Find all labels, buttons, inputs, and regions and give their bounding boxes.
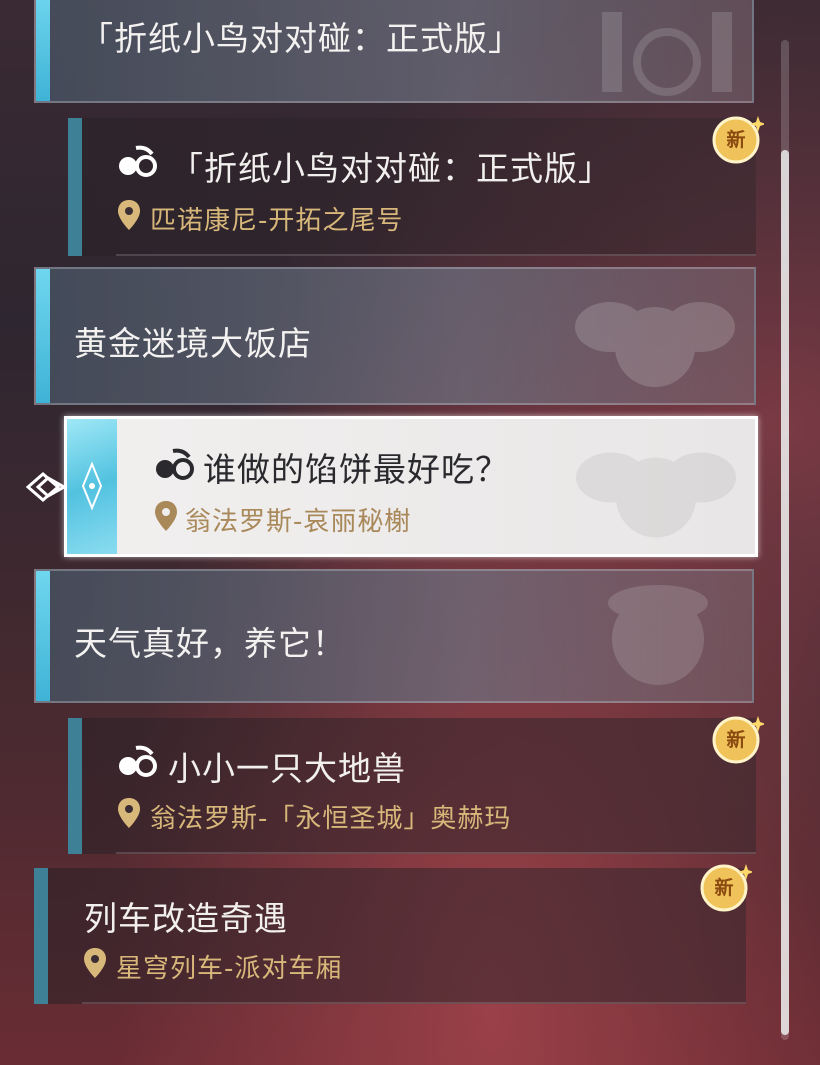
quest-item[interactable]: 列车改造奇遇 星穹列车-派对车厢 (34, 868, 746, 1004)
companion-quest-icon (119, 745, 157, 777)
quest-accent-bar (68, 118, 82, 256)
quest-item-selected[interactable]: 谁做的馅饼最好吃？ 翁法罗斯-哀丽秘榭 (64, 416, 758, 557)
quest-item[interactable]: 「折纸小鸟对对碰：正式版」 匹诺康尼-开拓之尾号 (68, 118, 756, 256)
quest-title: 小小一只大地兽 (168, 749, 406, 788)
quest-location: 匹诺康尼-开拓之尾号 (150, 206, 404, 236)
group-accent-bar (36, 269, 50, 403)
sparkle-icon (81, 461, 103, 511)
selected-indicator (67, 419, 117, 554)
group-emblem-icon (576, 452, 736, 538)
new-badge-icon: 新 (696, 860, 754, 916)
group-emblem-icon (608, 585, 708, 685)
group-emblem-icon (602, 12, 732, 96)
new-badge-label: 新 (726, 729, 746, 751)
group-header-origami[interactable]: 「折纸小鸟对对碰：正式版」 (34, 0, 754, 103)
divider (116, 852, 756, 854)
group-header-nice-weather[interactable]: 天气真好，养它！ (34, 569, 754, 703)
quest-title: 谁做的馅饼最好吃？ (203, 450, 509, 489)
location-pin-icon (84, 948, 106, 978)
location-pin-icon (118, 798, 140, 828)
quest-list: 「折纸小鸟对对碰：正式版」 「折纸小鸟对对碰：正式版」 匹诺康尼-开拓之尾号 新 (0, 0, 820, 1065)
scrollbar-thumb[interactable] (781, 150, 789, 1035)
new-badge-label: 新 (714, 877, 734, 899)
group-header-golden-hotel[interactable]: 黄金迷境大饭店 (34, 267, 756, 405)
companion-quest-icon (119, 145, 157, 177)
divider (82, 1002, 746, 1004)
new-badge-icon: 新 (708, 712, 766, 768)
location-pin-icon (155, 501, 177, 531)
quest-accent-bar (34, 868, 48, 1004)
diamond-pointer-icon (26, 472, 66, 502)
quest-title: 「折纸小鸟对对碰：正式版」 (170, 149, 612, 188)
companion-quest-icon (156, 448, 194, 480)
quest-accent-bar (68, 718, 82, 854)
group-accent-bar (36, 571, 50, 701)
group-emblem-icon (575, 302, 735, 387)
group-title: 黄金迷境大饭店 (74, 324, 312, 363)
quest-item[interactable]: 小小一只大地兽 翁法罗斯-「永恒圣城」奥赫玛 (68, 718, 756, 854)
group-title: 「折纸小鸟对对碰：正式版」 (80, 19, 522, 58)
new-badge-label: 新 (726, 129, 746, 151)
group-accent-bar (36, 0, 50, 101)
quest-location: 星穹列车-派对车厢 (116, 954, 343, 984)
quest-location: 翁法罗斯-「永恒圣城」奥赫玛 (150, 804, 512, 834)
new-badge-icon: 新 (708, 112, 766, 168)
group-title: 天气真好，养它！ (74, 624, 346, 663)
divider (116, 254, 756, 256)
location-pin-icon (118, 200, 140, 230)
quest-title: 列车改造奇遇 (84, 899, 288, 938)
quest-location: 翁法罗斯-哀丽秘榭 (185, 507, 412, 537)
